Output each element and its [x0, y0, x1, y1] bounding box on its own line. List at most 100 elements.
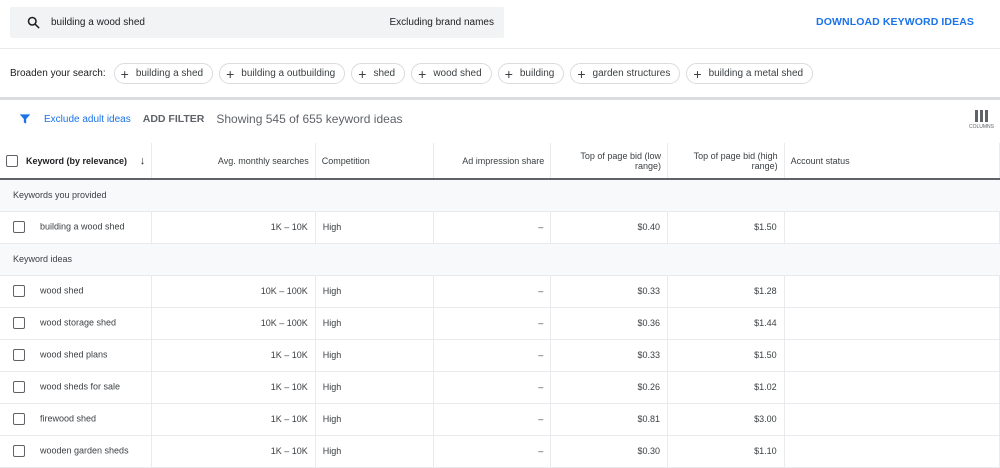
- group-row: Keywords you provided: [0, 179, 1000, 212]
- group-label: Keywords you provided: [0, 179, 1000, 212]
- cell-value: $1.10: [754, 446, 777, 456]
- table-row[interactable]: wood storage shed 10K – 100K High – $0.36 $1.…: [0, 307, 1000, 340]
- table-cell: wood storage shed: [0, 307, 153, 340]
- search-box[interactable]: building a wood shed Excluding brand nam…: [10, 7, 504, 38]
- table-cell: [784, 275, 1000, 308]
- row-checkbox[interactable]: [13, 285, 25, 297]
- search-icon: [27, 16, 40, 29]
- divider: [0, 48, 1000, 49]
- chip-label: building a shed: [135, 68, 204, 79]
- row-checkbox[interactable]: [13, 445, 25, 457]
- select-all-checkbox[interactable]: [6, 154, 18, 167]
- row-checkbox[interactable]: [13, 221, 25, 233]
- table-row[interactable]: wood shed plans 1K – 10K High – $0.33 $1.50: [0, 339, 1000, 372]
- broaden-chip[interactable]: + building a shed: [113, 63, 214, 84]
- cell-value: High: [322, 318, 342, 328]
- column-header[interactable]: Competition: [315, 143, 434, 180]
- table-cell: $1.44: [667, 307, 785, 340]
- filter-icon[interactable]: [18, 112, 32, 126]
- cell-value: $1.50: [754, 222, 777, 232]
- table-cell: firewood shed: [0, 403, 153, 436]
- header-label: Account status: [790, 155, 850, 166]
- cell-value: 1K – 10K: [270, 414, 308, 424]
- plus-icon: +: [418, 65, 427, 82]
- cell-value: $1.50: [754, 350, 777, 360]
- table-cell: –: [433, 211, 552, 244]
- header-label: Competition: [321, 155, 370, 166]
- table-cell: building a wood shed: [0, 211, 153, 244]
- table-cell: $3.00: [667, 403, 785, 436]
- plus-icon: +: [358, 65, 367, 82]
- columns-label: COLUMNS: [968, 124, 994, 130]
- broaden-chip[interactable]: + building a metal shed: [686, 63, 814, 84]
- sort-arrow-icon[interactable]: ↓: [140, 155, 146, 167]
- column-header[interactable]: Keyword (by relevance) ↓: [0, 143, 153, 180]
- cell-value: $0.30: [637, 446, 660, 456]
- table-cell: $0.33: [550, 275, 668, 308]
- column-header[interactable]: Top of page bid (low range): [550, 143, 668, 180]
- cell-value: 1K – 10K: [270, 382, 308, 392]
- columns-icon: [974, 110, 988, 122]
- row-checkbox[interactable]: [13, 413, 25, 425]
- row-checkbox[interactable]: [13, 381, 25, 393]
- broaden-chip[interactable]: + building a outbuilding: [219, 63, 346, 84]
- table-cell: High: [315, 403, 434, 436]
- table-cell: $1.28: [667, 275, 785, 308]
- table-cell: $0.30: [550, 435, 668, 468]
- column-header[interactable]: Top of page bid (high range): [667, 143, 785, 180]
- table-cell: $1.50: [667, 211, 785, 244]
- exclude-adult-ideas-filter[interactable]: Exclude adult ideas: [44, 114, 131, 125]
- table-cell: [784, 371, 1000, 404]
- column-header[interactable]: Account status: [784, 143, 1000, 180]
- group-label: Keyword ideas: [0, 243, 1000, 276]
- chip-label: garden structures: [592, 68, 671, 79]
- broaden-chip[interactable]: + garden structures: [570, 63, 681, 84]
- cell-value: $1.28: [754, 286, 777, 296]
- brand-exclusion[interactable]: Excluding brand names: [389, 17, 494, 28]
- table-cell: wooden garden sheds: [0, 435, 153, 468]
- table-cell: 1K – 10K: [151, 403, 316, 436]
- columns-button[interactable]: COLUMNS: [969, 110, 994, 130]
- row-checkbox[interactable]: [13, 349, 25, 361]
- table-cell: [784, 339, 1000, 372]
- cell-value: 1K – 10K: [270, 222, 308, 232]
- broaden-chip[interactable]: + shed: [351, 63, 406, 84]
- cell-value: 10K – 100K: [260, 286, 308, 296]
- table-row[interactable]: wooden garden sheds 1K – 10K High – $0.30 $1.…: [0, 435, 1000, 468]
- download-keyword-ideas-button[interactable]: DOWNLOAD KEYWORD IDEAS: [816, 16, 974, 28]
- divider: [0, 97, 1000, 100]
- table-cell: –: [433, 371, 552, 404]
- search-query[interactable]: building a wood shed: [51, 17, 389, 28]
- table-row[interactable]: firewood shed 1K – 10K High – $0.81 $3.00: [0, 403, 1000, 436]
- table-cell: $0.26: [550, 371, 668, 404]
- table-cell: High: [315, 275, 434, 308]
- table-row[interactable]: wood shed 10K – 100K High – $0.33 $1.28: [0, 275, 1000, 308]
- table-row[interactable]: building a wood shed 1K – 10K High – $0.40 $1…: [0, 211, 1000, 244]
- table-cell: High: [315, 211, 434, 244]
- chip-label: building a metal shed: [708, 68, 804, 79]
- column-header[interactable]: Avg. monthly searches: [151, 143, 316, 180]
- table-row[interactable]: wood sheds for sale 1K – 10K High – $0.26 $1.…: [0, 371, 1000, 404]
- filter-bar: Exclude adult ideas ADD FILTER Showing 5…: [18, 112, 403, 126]
- keyword-text: wooden garden sheds: [40, 445, 129, 456]
- header-label: Top of page bid (low range): [580, 150, 661, 171]
- table-cell: 1K – 10K: [151, 435, 316, 468]
- chip-label: shed: [373, 68, 396, 79]
- column-header[interactable]: Ad impression share: [433, 143, 552, 180]
- add-filter-button[interactable]: ADD FILTER: [143, 113, 205, 125]
- table-cell: wood shed plans: [0, 339, 153, 372]
- table-cell: $1.02: [667, 371, 785, 404]
- cell-value: $0.33: [637, 286, 660, 296]
- broaden-chip[interactable]: + wood shed: [411, 63, 492, 84]
- cell-value: –: [538, 414, 544, 424]
- table-cell: wood sheds for sale: [0, 371, 153, 404]
- broaden-chip[interactable]: + building: [497, 63, 565, 84]
- keyword-text: building a wood shed: [40, 221, 125, 232]
- plus-icon: +: [120, 65, 129, 82]
- table-cell: –: [433, 275, 552, 308]
- plus-icon: +: [504, 65, 513, 82]
- row-checkbox[interactable]: [13, 317, 25, 329]
- table-cell: 1K – 10K: [151, 371, 316, 404]
- table-cell: $0.36: [550, 307, 668, 340]
- keyword-text: wood shed plans: [40, 349, 108, 360]
